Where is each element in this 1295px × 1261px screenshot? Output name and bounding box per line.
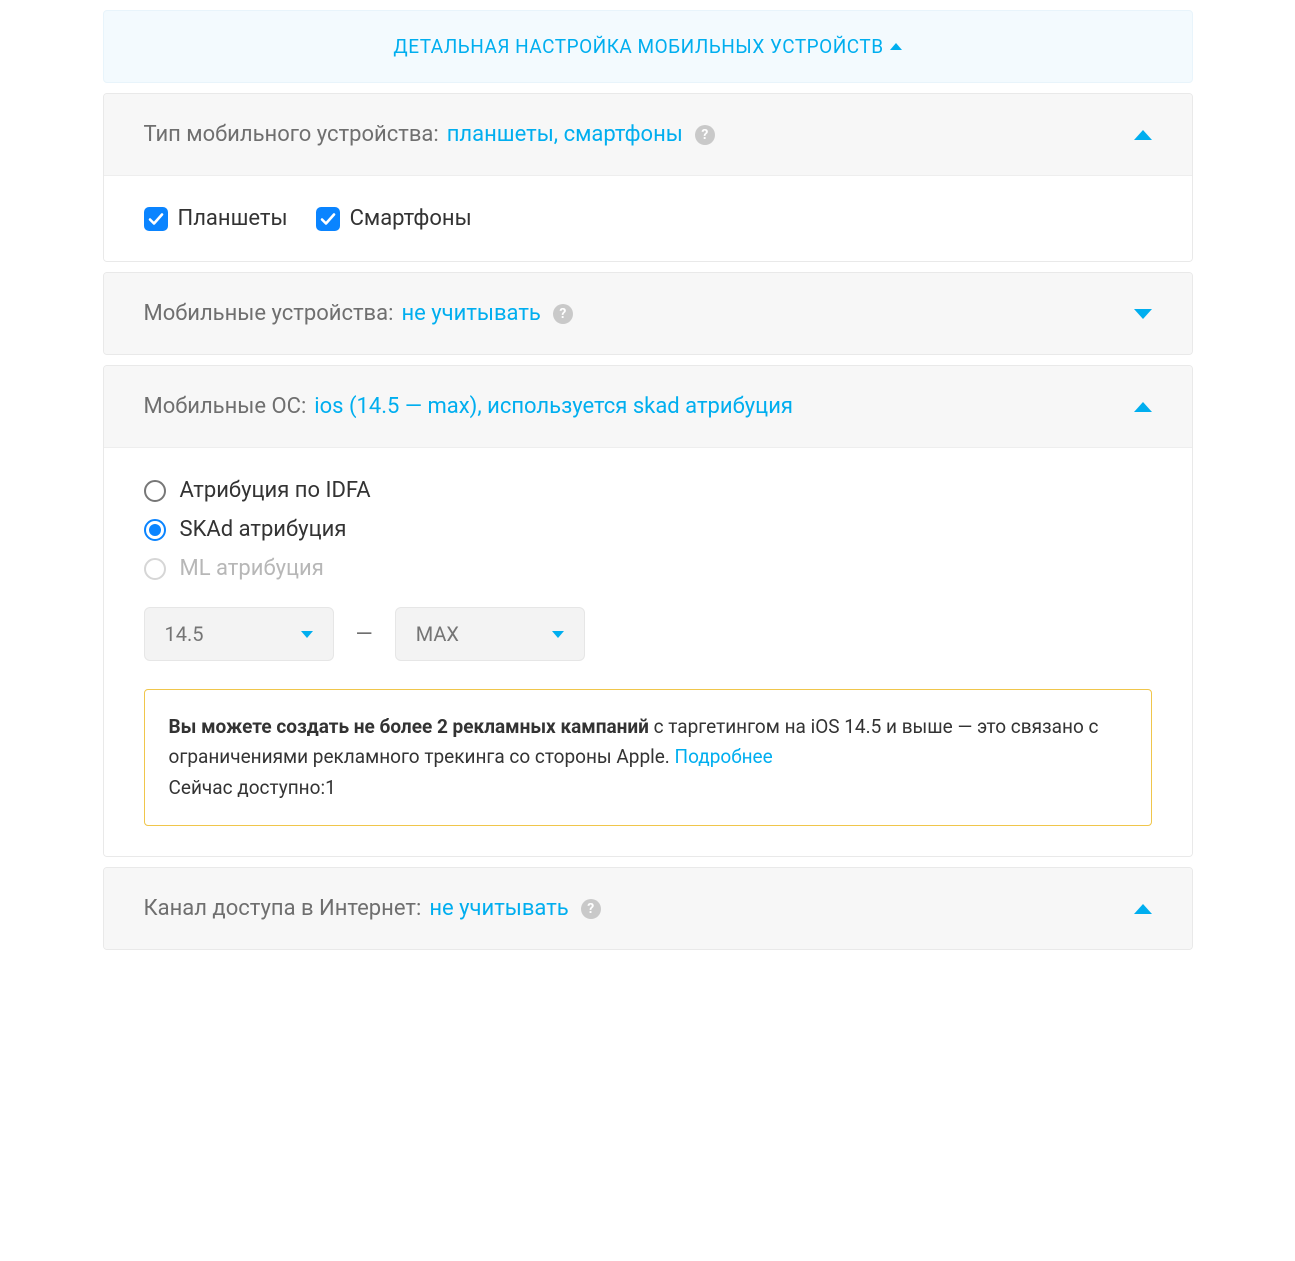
range-separator: — <box>356 622 373 647</box>
help-icon[interactable]: ? <box>695 125 715 145</box>
mobile-detailed-settings-banner[interactable]: ДЕТАЛЬНАЯ НАСТРОЙКА МОБИЛЬНЫХ УСТРОЙСТВ <box>103 10 1193 83</box>
panel-device-type-body: Планшеты Смартфоны <box>104 175 1192 261</box>
radio-ml-label: ML атрибуция <box>180 556 324 581</box>
chevron-down-icon <box>301 631 313 638</box>
skad-limit-warning: Вы можете создать не более 2 рекламных к… <box>144 689 1152 826</box>
learn-more-link[interactable]: Подробнее <box>675 745 773 768</box>
chevron-down-icon <box>552 631 564 638</box>
panel-mobile-devices: Мобильные устройства: не учитывать ? <box>103 272 1193 355</box>
panel-device-type-value: планшеты, смартфоны <box>447 122 683 147</box>
chevron-up-icon <box>890 43 902 50</box>
radio-selected-icon <box>144 519 166 541</box>
radio-ml: ML атрибуция <box>144 556 1152 581</box>
version-to-select[interactable]: MAX <box>395 607 585 661</box>
checkbox-tablets-label: Планшеты <box>178 206 288 231</box>
banner-label: ДЕТАЛЬНАЯ НАСТРОЙКА МОБИЛЬНЫХ УСТРОЙСТВ <box>393 35 883 58</box>
chevron-down-icon <box>1134 309 1152 319</box>
radio-idfa-label: Атрибуция по IDFA <box>180 478 371 503</box>
panel-internet-channel: Канал доступа в Интернет: не учитывать ? <box>103 867 1193 950</box>
check-icon <box>316 207 340 231</box>
panel-internet-channel-label: Канал доступа в Интернет: <box>144 896 422 921</box>
chevron-up-icon <box>1134 130 1152 140</box>
version-from-select[interactable]: 14.5 <box>144 607 334 661</box>
help-icon[interactable]: ? <box>553 304 573 324</box>
chevron-up-icon <box>1134 904 1152 914</box>
panel-mobile-os-label: Мобильные ОС: <box>144 394 307 419</box>
panel-mobile-devices-header[interactable]: Мобильные устройства: не учитывать ? <box>104 273 1192 354</box>
panel-device-type-label: Тип мобильного устройства: <box>144 122 439 147</box>
radio-skad[interactable]: SKAd атрибуция <box>144 517 1152 542</box>
panel-mobile-devices-label: Мобильные устройства: <box>144 301 394 326</box>
panel-internet-channel-value: не учитывать <box>429 896 568 921</box>
panel-mobile-os-value: ios (14.5 — max), используется skad атри… <box>314 394 793 419</box>
version-from-value: 14.5 <box>165 622 204 646</box>
radio-skad-label: SKAd атрибуция <box>180 517 347 542</box>
radio-disabled-icon <box>144 558 166 580</box>
panel-mobile-os: Мобильные ОС: ios (14.5 — max), использу… <box>103 365 1193 857</box>
version-to-value: MAX <box>416 622 459 646</box>
panel-device-type-header[interactable]: Тип мобильного устройства: планшеты, сма… <box>104 94 1192 175</box>
help-icon[interactable]: ? <box>581 899 601 919</box>
panel-mobile-os-body: Атрибуция по IDFA SKAd атрибуция ML атри… <box>104 447 1192 856</box>
checkbox-smartphones-label: Смартфоны <box>350 206 472 231</box>
chevron-up-icon <box>1134 402 1152 412</box>
panel-mobile-os-header[interactable]: Мобильные ОС: ios (14.5 — max), использу… <box>104 366 1192 447</box>
warn-line2: Сейчас доступно:1 <box>169 773 1127 803</box>
panel-internet-channel-header[interactable]: Канал доступа в Интернет: не учитывать ? <box>104 868 1192 949</box>
radio-icon <box>144 480 166 502</box>
radio-idfa[interactable]: Атрибуция по IDFA <box>144 478 1152 503</box>
checkbox-smartphones[interactable]: Смартфоны <box>316 206 472 231</box>
checkbox-tablets[interactable]: Планшеты <box>144 206 288 231</box>
panel-device-type: Тип мобильного устройства: планшеты, сма… <box>103 93 1193 262</box>
panel-mobile-devices-value: не учитывать <box>401 301 540 326</box>
check-icon <box>144 207 168 231</box>
warn-bold: Вы можете создать не более 2 рекламных к… <box>169 715 649 738</box>
